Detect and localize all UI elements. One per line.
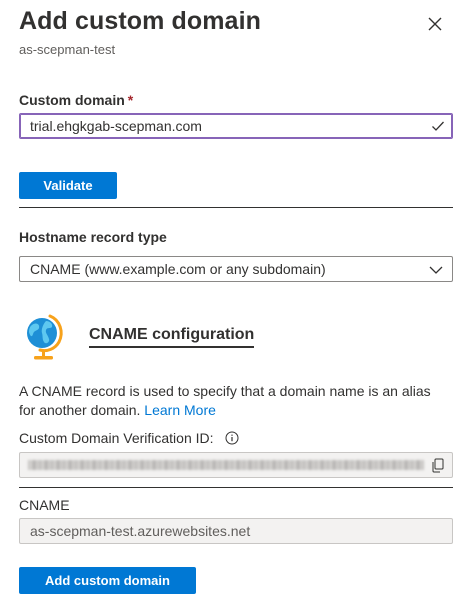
cname-description: A CNAME record is used to specify that a… [19, 382, 449, 420]
custom-domain-label: Custom domain * [19, 92, 133, 108]
chevron-down-icon [429, 266, 443, 274]
hostname-record-selected: CNAME (www.example.com or any subdomain) [30, 261, 326, 277]
cname-config-heading: CNAME configuration [89, 326, 255, 348]
custom-domain-input[interactable]: trial.ehgkgab-scepman.com [19, 113, 453, 139]
close-icon[interactable] [423, 12, 447, 36]
cname-label: CNAME [19, 497, 70, 513]
check-icon [432, 121, 444, 131]
hostname-record-label: Hostname record type [19, 229, 167, 245]
section-divider [19, 207, 453, 208]
verification-divider [19, 487, 453, 488]
learn-more-link[interactable]: Learn More [144, 402, 216, 418]
globe-icon [27, 314, 63, 360]
verification-id-label-text: Custom Domain Verification ID: [19, 430, 214, 446]
required-marker: * [127, 92, 134, 108]
cname-field: as-scepman-test.azurewebsites.net [19, 518, 453, 544]
verification-id-label: Custom Domain Verification ID: [19, 430, 239, 446]
cname-description-text: A CNAME record is used to specify that a… [19, 383, 431, 418]
copy-icon[interactable] [431, 458, 445, 473]
verification-id-field[interactable] [19, 452, 453, 478]
redacted-verification-id [28, 460, 424, 470]
info-icon[interactable] [225, 431, 239, 445]
add-custom-domain-panel: Add custom domain as-scepman-test Custom… [0, 0, 472, 607]
hostname-record-select[interactable]: CNAME (www.example.com or any subdomain) [19, 256, 453, 282]
page-subtitle: as-scepman-test [19, 42, 116, 57]
page-title: Add custom domain [19, 7, 261, 35]
validate-button[interactable]: Validate [19, 172, 117, 199]
custom-domain-value: trial.ehgkgab-scepman.com [30, 118, 202, 134]
add-custom-domain-button[interactable]: Add custom domain [19, 567, 196, 594]
cname-value: as-scepman-test.azurewebsites.net [30, 523, 251, 539]
custom-domain-label-text: Custom domain [19, 92, 125, 108]
